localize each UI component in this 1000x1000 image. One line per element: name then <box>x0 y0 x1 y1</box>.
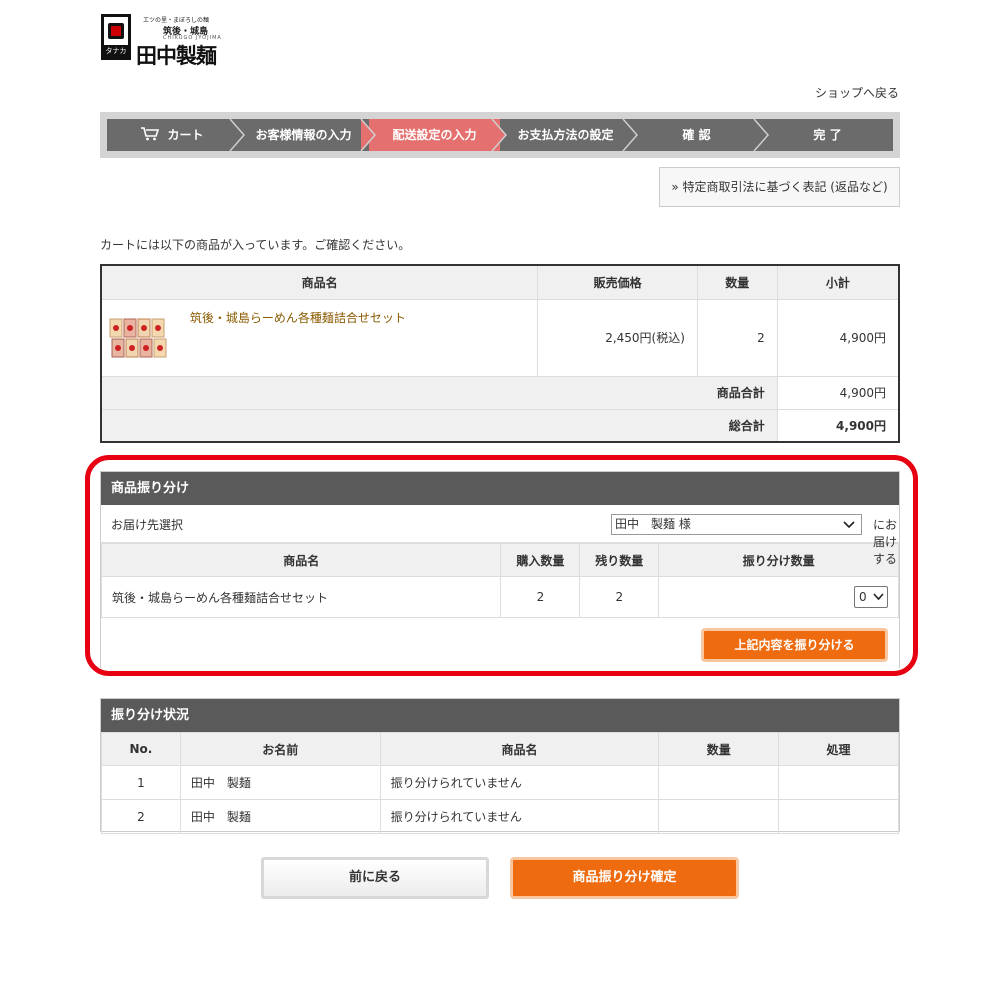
status-product: 振り分けられていません <box>379 799 660 834</box>
site-logo[interactable]: タナカ エツの里・まぼろしの麺 筑後・城島 CHIKUGO JYOJIMA 田中… <box>101 14 231 68</box>
status-name: 田中 製麺 <box>179 799 381 834</box>
step-cart: カート <box>107 119 245 151</box>
highlight-frame <box>85 455 918 676</box>
logo-kana: タナカ <box>104 45 128 57</box>
back-to-shop-link[interactable]: ショップへ戻る <box>815 84 899 101</box>
goods-total-label: 商品合計 <box>100 375 778 410</box>
table-row: 筑後・城島らーめん各種麺詰合せセット 2,450円(税込) 2 4,900円 <box>100 298 900 377</box>
status-name: 田中 製麺 <box>179 765 381 800</box>
cart-item-subtotal: 4,900円 <box>776 298 900 377</box>
status-header-name: お名前 <box>179 732 381 766</box>
table-row: 総合計 4,900円 <box>100 408 900 443</box>
table-row: 商品合計 4,900円 <box>100 375 900 410</box>
cart-header-subtotal: 小計 <box>776 264 900 300</box>
distribution-status-panel: 振り分け状況 No. お名前 商品名 数量 処理 1 田中 製麺 振り分けられて… <box>100 698 900 834</box>
checkout-steps: カート お客様情報の入力 配送設定の入力 お支払方法の設定 確 認 完 了 <box>100 112 900 158</box>
confirm-distribution-button[interactable]: 商品振り分け確定 <box>510 857 739 899</box>
cart-header-product: 商品名 <box>100 264 539 300</box>
logo-name: 田中製麺 <box>136 43 217 68</box>
status-header-qty: 数量 <box>658 732 780 766</box>
status-header-action: 処理 <box>778 732 899 766</box>
status-qty <box>658 765 780 800</box>
legal-notice-button[interactable]: » 特定商取引法に基づく表記 (返品など) <box>659 167 900 207</box>
step-delivery-settings: 配送設定の入力 <box>369 119 507 151</box>
table-row: 1 田中 製麺 振り分けられていません <box>101 765 899 800</box>
cart-product-link[interactable]: 筑後・城島らーめん各種麺詰合せセット <box>190 311 406 325</box>
step-payment: お支払方法の設定 <box>500 119 638 151</box>
back-button[interactable]: 前に戻る <box>261 857 489 899</box>
cart-intro-text: カートには以下の商品が入っています。ご確認ください。 <box>100 238 411 252</box>
status-no: 1 <box>101 765 181 800</box>
status-no: 2 <box>101 799 181 834</box>
status-title: 振り分け状況 <box>101 699 899 732</box>
cart-item-qty: 2 <box>696 298 778 377</box>
step-complete: 完 了 <box>813 128 842 142</box>
cart-product-cell: 筑後・城島らーめん各種麺詰合せセット <box>100 298 539 377</box>
status-qty <box>658 799 780 834</box>
cart-item-price: 2,450円(税込) <box>537 298 698 377</box>
status-action <box>778 799 899 834</box>
status-header-product: 商品名 <box>379 732 660 766</box>
cart-table: 商品名 販売価格 数量 小計 筑後・城島らーめん各種麺詰合せセット 2,450円… <box>100 264 900 443</box>
product-thumbnail[interactable] <box>108 317 172 359</box>
cart-icon <box>141 127 160 141</box>
logo-tagline: エツの里・まぼろしの麺 <box>143 17 210 24</box>
status-product: 振り分けられていません <box>379 765 660 800</box>
table-row: 2 田中 製麺 振り分けられていません <box>101 799 899 834</box>
logo-mark-icon: タナカ <box>101 14 131 60</box>
status-header-no: No. <box>101 732 181 766</box>
goods-total-value: 4,900円 <box>776 375 900 410</box>
status-table: No. お名前 商品名 数量 処理 1 田中 製麺 振り分けられていません 2 … <box>101 732 899 834</box>
cart-header-price: 販売価格 <box>537 264 698 300</box>
status-action <box>778 765 899 800</box>
cart-header-qty: 数量 <box>696 264 778 300</box>
step-confirm: 確 認 <box>631 119 769 151</box>
step-customer-info: お客様情報の入力 <box>238 119 376 151</box>
grand-total-value: 4,900円 <box>776 408 900 443</box>
grand-total-label: 総合計 <box>100 408 778 443</box>
